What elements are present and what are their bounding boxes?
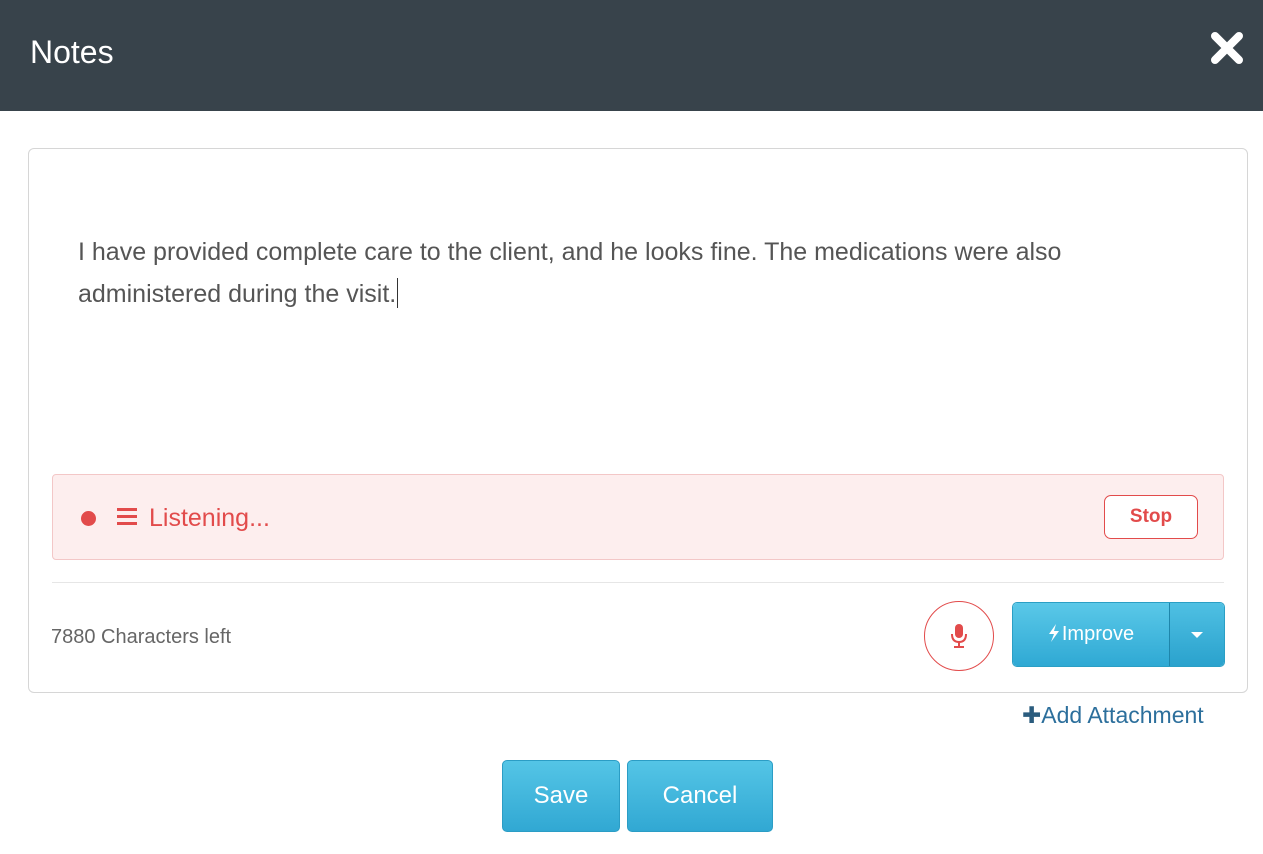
modal-header: Notes (0, 0, 1263, 111)
add-attachment-link[interactable]: ✚Add Attachment (1022, 700, 1204, 730)
listening-status-bar: Listening... Stop (52, 474, 1224, 560)
improve-dropdown-toggle[interactable] (1170, 603, 1224, 666)
save-button[interactable]: Save (502, 760, 620, 832)
notes-text: I have provided complete care to the cli… (78, 238, 1062, 308)
chevron-down-icon (1191, 632, 1203, 638)
microphone-icon (951, 624, 967, 648)
modal-title: Notes (30, 34, 114, 70)
divider (52, 582, 1224, 583)
improve-label: Improve (1061, 623, 1135, 645)
improve-button[interactable]: Improve (1013, 603, 1170, 666)
microphone-button[interactable] (924, 601, 994, 671)
listening-status-text: Listening... (149, 504, 270, 532)
recording-dot-icon (81, 511, 96, 526)
notes-modal: Notes I have provided complete care to t… (0, 0, 1263, 854)
lightning-icon (1048, 603, 1060, 666)
cancel-button[interactable]: Cancel (627, 760, 773, 832)
close-icon[interactable] (1209, 30, 1245, 66)
characters-left-counter: 7880 Characters left (51, 626, 232, 648)
audio-wave-icon (117, 508, 139, 526)
plus-icon: ✚ (1022, 702, 1042, 728)
stop-button[interactable]: Stop (1104, 495, 1198, 539)
notes-card: I have provided complete care to the cli… (28, 148, 1248, 693)
text-cursor (397, 278, 399, 308)
notes-textarea[interactable]: I have provided complete care to the cli… (78, 231, 1198, 315)
add-attachment-label: Add Attachment (1041, 702, 1204, 728)
improve-button-group: Improve (1012, 602, 1225, 667)
